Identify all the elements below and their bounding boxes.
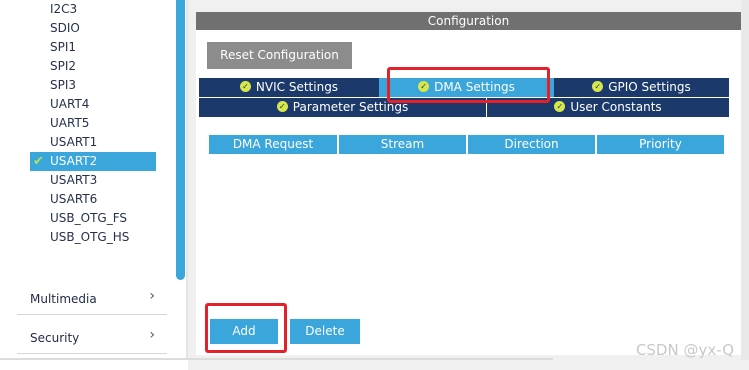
tab-label: DMA Settings xyxy=(434,80,515,94)
category-label: Security xyxy=(30,331,80,345)
peripheral-label: SPI3 xyxy=(50,78,77,92)
peripheral-label: SPI1 xyxy=(50,40,77,54)
main-scrollbar[interactable] xyxy=(741,0,749,360)
category-security[interactable]: Security › xyxy=(17,324,167,354)
watermark: CSDN @yx-Q xyxy=(635,341,734,359)
status-ok-icon: ✓ xyxy=(418,81,430,92)
column-header-direction[interactable]: Direction xyxy=(468,135,595,154)
enabled-check-icon: ✔ xyxy=(33,154,44,169)
delete-button[interactable]: Delete xyxy=(290,319,360,344)
column-header-dma-request[interactable]: DMA Request xyxy=(209,135,337,154)
peripheral-item-sdio[interactable]: SDIO xyxy=(30,19,156,38)
reset-configuration-button[interactable]: Reset Configuration xyxy=(207,42,352,69)
tab-dma-settings[interactable]: ✓ DMA Settings xyxy=(379,78,554,97)
category-label: Multimedia xyxy=(30,292,97,306)
peripheral-item-usart2[interactable]: ✔ USART2 xyxy=(30,152,156,171)
tab-label: Parameter Settings xyxy=(292,100,409,114)
status-ok-icon: ✓ xyxy=(239,81,251,92)
status-ok-icon: ✓ xyxy=(276,101,288,112)
tab-gpio-settings[interactable]: ✓ GPIO Settings xyxy=(554,78,729,97)
peripheral-item-uart5[interactable]: UART5 xyxy=(30,114,156,133)
peripheral-label: USART3 xyxy=(50,173,98,187)
tab-label: NVIC Settings xyxy=(255,80,339,94)
tab-nvic-settings[interactable]: ✓ NVIC Settings xyxy=(199,78,379,97)
peripheral-item-usb-otg-fs[interactable]: USB_OTG_FS xyxy=(30,209,156,228)
peripheral-label: USART2 xyxy=(50,154,98,168)
peripheral-item-usb-otg-hs[interactable]: USB_OTG_HS xyxy=(30,228,156,247)
status-ok-icon: ✓ xyxy=(554,101,566,112)
sidebar-scrollbar[interactable] xyxy=(176,0,185,280)
peripheral-sidebar: I2C3 SDIO SPI1 SPI2 SPI3 UART4 UART5 USA… xyxy=(0,0,188,358)
peripheral-item-usart3[interactable]: USART3 xyxy=(30,171,156,190)
tab-label: User Constants xyxy=(570,100,662,114)
peripheral-label: SDIO xyxy=(50,21,80,35)
peripheral-item-usart6[interactable]: USART6 xyxy=(30,190,156,209)
column-header-priority[interactable]: Priority xyxy=(597,135,724,154)
peripheral-item-spi2[interactable]: SPI2 xyxy=(30,57,156,76)
category-multimedia[interactable]: Multimedia › xyxy=(17,285,167,315)
peripheral-item-i2c3[interactable]: I2C3 xyxy=(30,0,156,19)
peripheral-label: USB_OTG_FS xyxy=(50,211,128,225)
peripheral-label: UART5 xyxy=(50,116,90,130)
bottom-divider xyxy=(0,358,553,360)
tab-parameter-settings[interactable]: ✓ Parameter Settings xyxy=(199,98,486,117)
add-button[interactable]: Add xyxy=(210,319,278,344)
peripheral-label: USART6 xyxy=(50,192,98,206)
chevron-right-icon: › xyxy=(149,288,155,304)
tab-label: GPIO Settings xyxy=(608,80,691,94)
peripheral-label: USART1 xyxy=(50,135,98,149)
peripheral-item-uart4[interactable]: UART4 xyxy=(30,95,156,114)
peripheral-label: UART4 xyxy=(50,97,90,111)
peripheral-label: USB_OTG_HS xyxy=(50,230,130,244)
configuration-panel: Configuration Reset Configuration ✓ NVIC … xyxy=(188,0,749,370)
status-ok-icon: ✓ xyxy=(592,81,604,92)
peripheral-item-usart1[interactable]: USART1 xyxy=(30,133,156,152)
tab-user-constants[interactable]: ✓ User Constants xyxy=(487,98,729,117)
chevron-right-icon: › xyxy=(149,327,155,343)
peripheral-item-spi1[interactable]: SPI1 xyxy=(30,38,156,57)
configuration-header: Configuration xyxy=(196,12,741,30)
peripheral-label: SPI2 xyxy=(50,59,77,73)
column-header-stream[interactable]: Stream xyxy=(339,135,466,154)
peripheral-label: I2C3 xyxy=(50,2,78,16)
peripheral-item-spi3[interactable]: SPI3 xyxy=(30,76,156,95)
